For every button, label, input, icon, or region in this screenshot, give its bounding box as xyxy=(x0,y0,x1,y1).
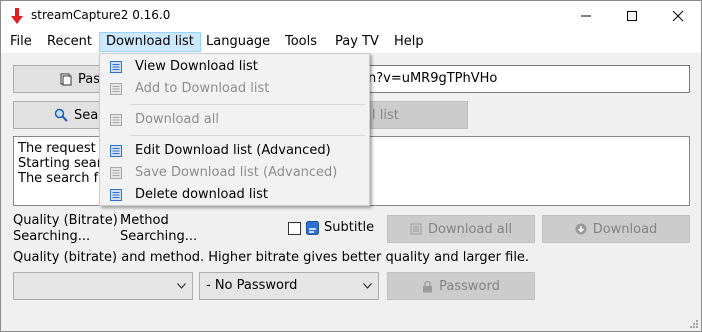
menu-separator xyxy=(130,135,365,136)
menu-language[interactable]: Language xyxy=(200,32,276,52)
paste-button[interactable]: Pas xyxy=(13,65,113,93)
maximize-button[interactable] xyxy=(609,1,655,31)
title-bar: streamCapture2 0.16.0 xyxy=(1,1,701,31)
window-title: streamCapture2 0.16.0 xyxy=(31,8,171,22)
subtitle-checkbox[interactable] xyxy=(288,222,301,235)
menu-item-label: Save Download list (Advanced) xyxy=(135,165,338,180)
minimize-icon xyxy=(581,15,591,17)
paste-label: Pas xyxy=(78,71,100,87)
menu-item-label: Download all xyxy=(135,112,219,127)
menu-item-label: Delete download list xyxy=(135,187,268,202)
list-icon xyxy=(110,167,122,179)
menu-edit-download-list[interactable]: Edit Download list (Advanced) xyxy=(102,140,367,162)
subtitle-label: Subtitle xyxy=(324,220,375,235)
menu-file[interactable]: File xyxy=(4,32,38,52)
minimize-button[interactable] xyxy=(563,1,609,31)
resize-grip-icon[interactable] xyxy=(689,319,699,329)
download-label: Download xyxy=(592,221,658,237)
search-icon xyxy=(54,108,68,122)
menu-help[interactable]: Help xyxy=(388,32,430,52)
quality-header: Quality (Bitrate) xyxy=(13,213,118,228)
menu-tools[interactable]: Tools xyxy=(279,32,323,52)
lock-icon xyxy=(423,280,433,292)
list-icon xyxy=(110,114,122,126)
list-icon xyxy=(110,145,122,157)
search-label: Sea xyxy=(74,107,99,123)
menu-item-label: Add to Download list xyxy=(135,81,270,96)
url-value: n?v=uMR9gTPhVHo xyxy=(368,71,498,86)
close-icon xyxy=(672,10,684,22)
quality-select[interactable] xyxy=(13,272,193,300)
list-icon xyxy=(410,223,422,235)
chevron-down-icon xyxy=(363,283,372,289)
method-header: Method xyxy=(120,213,169,228)
menu-recent[interactable]: Recent xyxy=(41,32,98,52)
chevron-down-icon xyxy=(177,283,186,289)
password-label: Password xyxy=(439,278,500,294)
close-button[interactable] xyxy=(655,1,701,31)
subtitle-icon xyxy=(306,221,319,235)
menu-bar: File Recent Download list Language Tools… xyxy=(1,31,701,53)
menu-download-list[interactable]: Download list xyxy=(99,32,201,52)
download-list-menu: View Download list Add to Download list … xyxy=(99,53,370,206)
list-icon xyxy=(110,189,122,201)
method-value: Searching... xyxy=(120,229,198,244)
add-to-list-label: l list xyxy=(372,107,399,123)
download-arrow-icon xyxy=(11,8,23,24)
paste-icon xyxy=(60,73,72,86)
menu-pay-tv[interactable]: Pay TV xyxy=(329,32,385,52)
search-button[interactable]: Sea xyxy=(13,101,113,129)
menu-item-label: View Download list xyxy=(135,59,258,74)
menu-delete-download-list[interactable]: Delete download list xyxy=(102,184,367,206)
download-all-label: Download all xyxy=(428,221,512,237)
main-window: streamCapture2 0.16.0 File Recent Downlo… xyxy=(0,0,702,332)
download-button[interactable]: Download xyxy=(542,215,690,243)
password-button[interactable]: Password xyxy=(387,272,535,300)
menu-item-label: Edit Download list (Advanced) xyxy=(135,143,331,158)
menu-separator xyxy=(130,104,365,105)
list-icon xyxy=(110,83,122,95)
download-all-button[interactable]: Download all xyxy=(387,215,535,243)
menu-download-all[interactable]: Download all xyxy=(102,109,367,131)
menu-add-to-download-list[interactable]: Add to Download list xyxy=(102,78,367,100)
download-icon xyxy=(575,223,587,235)
quality-value: Searching... xyxy=(13,229,91,244)
url-input[interactable]: n?v=uMR9gTPhVHo xyxy=(331,65,690,93)
list-icon xyxy=(110,61,122,73)
quality-hint: Quality (bitrate) and method. Higher bit… xyxy=(13,250,530,265)
menu-save-download-list[interactable]: Save Download list (Advanced) xyxy=(102,162,367,184)
maximize-icon xyxy=(627,11,637,21)
password-select-value: - No Password xyxy=(206,278,298,293)
menu-view-download-list[interactable]: View Download list xyxy=(102,56,367,78)
password-select[interactable]: - No Password xyxy=(199,272,379,300)
